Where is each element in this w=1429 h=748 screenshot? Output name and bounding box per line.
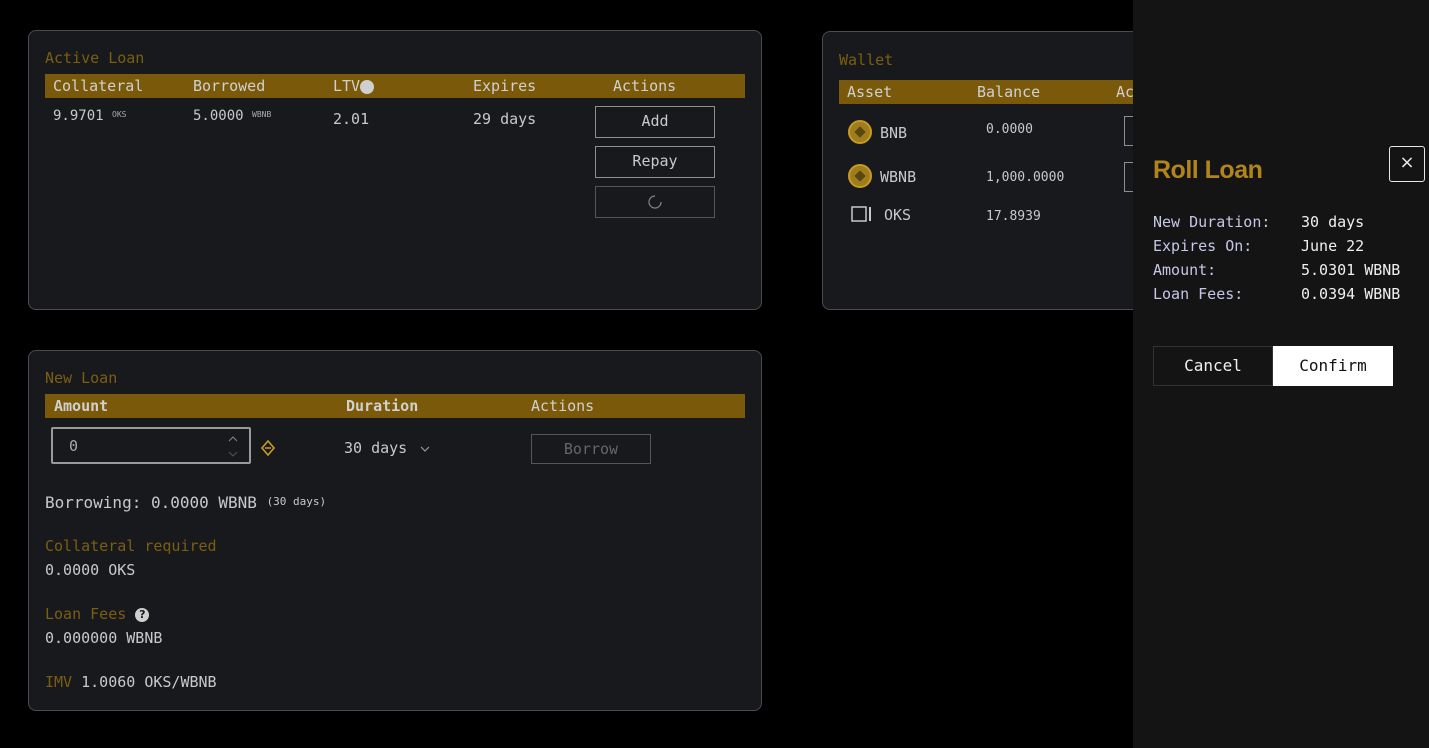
collateral-unit: OKS xyxy=(112,110,127,119)
roll-loan-title: Roll Loan xyxy=(1153,156,1263,184)
new-loan-title: New Loan xyxy=(45,369,118,387)
amount-value: 5.0301 WBNB xyxy=(1301,261,1401,279)
duration-select[interactable]: 30 days xyxy=(344,439,430,457)
borrowed-cell: 5.0000 WBNB xyxy=(193,108,271,124)
loading-spinner-icon xyxy=(648,195,662,209)
loan-fees-label: Loan Fees xyxy=(45,605,127,623)
header-actions: Actions xyxy=(613,77,677,95)
expires-on-label: Expires On: xyxy=(1153,237,1253,255)
loan-fees-value: 0.0394 WBNB xyxy=(1301,285,1401,303)
new-duration-value: 30 days xyxy=(1301,213,1365,231)
wbnb-coin-icon xyxy=(848,164,872,188)
header-expires: Expires xyxy=(473,77,537,95)
amount-label: Amount: xyxy=(1153,261,1217,279)
wallet-balance-wbnb: 1,000.0000 xyxy=(986,170,1065,185)
header-ltv-label: LTV xyxy=(333,77,361,95)
header-new-actions: Actions xyxy=(531,397,595,415)
close-button[interactable]: × xyxy=(1389,146,1425,182)
imv-value: 1.0060 OKS/WBNB xyxy=(81,673,217,691)
borrowed-unit: WBNB xyxy=(252,110,272,119)
expires-on-value: June 22 xyxy=(1301,237,1365,255)
header-borrowed: Borrowed xyxy=(193,77,266,95)
spinner-arrows-icon[interactable] xyxy=(227,433,239,459)
imv-label: IMV xyxy=(45,673,73,691)
wallet-asset-wbnb: WBNB xyxy=(880,168,917,186)
amount-input[interactable]: 0 xyxy=(51,427,251,464)
bnb-coin-icon xyxy=(848,120,872,144)
close-icon: × xyxy=(1399,152,1415,173)
wallet-icon xyxy=(851,206,871,222)
collateral-required-value: 0.0000 OKS xyxy=(45,561,136,579)
confirm-button[interactable]: Confirm xyxy=(1273,346,1393,386)
wallet-asset-bnb: BNB xyxy=(880,124,908,142)
expires-value: 29 days xyxy=(473,110,537,128)
borrowing-note: (30 days) xyxy=(266,495,327,508)
active-loan-header: Collateral Borrowed LTV ? Expires Action… xyxy=(45,74,745,98)
swap-icon[interactable] xyxy=(261,440,275,456)
roll-button-loading[interactable] xyxy=(595,186,715,218)
chevron-down-icon xyxy=(420,446,430,452)
new-loan-header: Amount Duration Actions xyxy=(45,394,745,418)
header-amount: Amount xyxy=(54,397,109,415)
repay-button[interactable]: Repay xyxy=(595,146,715,178)
cancel-button[interactable]: Cancel xyxy=(1153,346,1273,386)
loan-fees-label-row: Loan Fees ? xyxy=(45,605,150,623)
active-loan-title: Active Loan xyxy=(45,49,145,67)
loan-fees-label: Loan Fees: xyxy=(1153,285,1244,303)
imv-row: IMV 1.0060 OKS/WBNB xyxy=(45,673,217,691)
borrowed-value: 5.0000 xyxy=(193,108,244,124)
add-button[interactable]: Add xyxy=(595,106,715,138)
roll-loan-drawer: Roll Loan × New Duration: 30 days Expire… xyxy=(1133,0,1429,748)
collateral-value: 9.9701 xyxy=(53,108,104,124)
help-icon[interactable]: ? xyxy=(360,80,375,95)
active-loan-panel: Active Loan Collateral Borrowed LTV ? Ex… xyxy=(28,30,762,310)
wallet-title: Wallet xyxy=(839,51,894,69)
new-loan-panel: New Loan Amount Duration Actions 0 30 da… xyxy=(28,350,762,711)
amount-input-value: 0 xyxy=(69,437,79,455)
collateral-required-label: Collateral required xyxy=(45,537,217,555)
borrowing-summary: Borrowing: 0.0000 WBNB (30 days) xyxy=(45,493,326,512)
duration-value: 30 days xyxy=(344,439,408,457)
header-collateral: Collateral xyxy=(53,77,144,95)
help-icon[interactable]: ? xyxy=(135,608,150,622)
collateral-cell: 9.9701 OKS xyxy=(53,108,126,124)
new-duration-label: New Duration: xyxy=(1153,213,1271,231)
header-wallet-actions: Ac xyxy=(1116,83,1135,101)
ltv-value: 2.01 xyxy=(333,110,370,128)
borrowing-label: Borrowing: 0.0000 WBNB xyxy=(45,493,257,512)
wallet-balance-bnb: 0.0000 xyxy=(986,122,1033,137)
header-asset: Asset xyxy=(847,83,893,101)
wallet-asset-oks: OKS xyxy=(884,206,912,224)
wallet-balance-oks: 17.8939 xyxy=(986,209,1041,224)
borrow-button[interactable]: Borrow xyxy=(531,434,651,464)
header-ltv: LTV ? xyxy=(333,77,375,95)
loan-fees-value: 0.000000 WBNB xyxy=(45,629,163,647)
header-duration: Duration xyxy=(346,397,419,415)
header-balance: Balance xyxy=(977,83,1041,101)
